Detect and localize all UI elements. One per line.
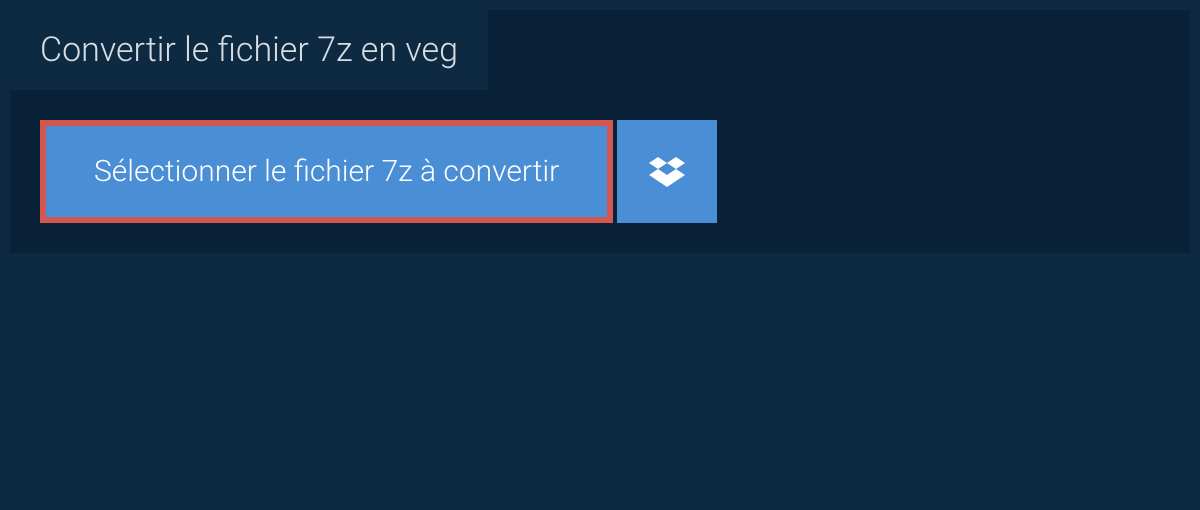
page-title: Convertir le fichier 7z en veg (10, 10, 488, 90)
select-file-label: Sélectionner le fichier 7z à convertir (94, 154, 559, 189)
button-row: Sélectionner le fichier 7z à convertir (40, 120, 1160, 223)
dropbox-icon (649, 154, 685, 190)
converter-panel: Convertir le fichier 7z en veg Sélection… (10, 10, 1190, 253)
select-file-button[interactable]: Sélectionner le fichier 7z à convertir (40, 120, 613, 223)
dropbox-button[interactable] (617, 120, 717, 223)
